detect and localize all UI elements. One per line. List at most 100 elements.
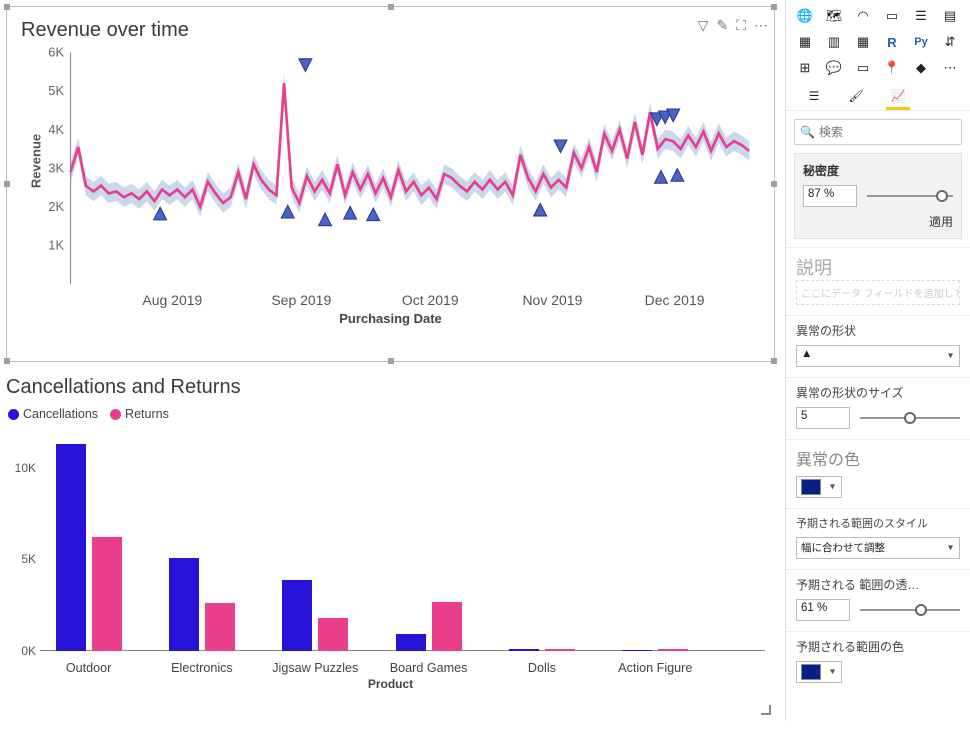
ytick: 0K — [6, 644, 36, 658]
legend-item-returns: Returns — [110, 407, 169, 421]
anomaly-shape-select[interactable]: ▲ — [796, 345, 960, 367]
resize-handle[interactable] — [4, 358, 10, 364]
line-xaxis-label: Purchasing Date — [339, 311, 442, 326]
svg-text:4K: 4K — [49, 122, 65, 137]
anomaly-size-section: 異常の形状のサイズ 5 — [786, 377, 970, 439]
viz-icon-decomp[interactable]: ⊞ — [794, 58, 816, 78]
anomaly-size-label: 異常の形状のサイズ — [796, 384, 960, 401]
resize-handle[interactable] — [388, 4, 394, 10]
explain-fieldwell[interactable]: ここにデータ フィールドを追加してください — [796, 280, 960, 305]
filter-icon[interactable]: ▽ — [698, 17, 709, 34]
viz-icon-keyinfluencers[interactable]: ⇵ — [939, 32, 961, 52]
sensitivity-section: 秘密度 87 % 適用 — [794, 153, 962, 239]
color-swatch-icon — [801, 479, 821, 495]
bar-x-label: Dolls — [528, 661, 556, 675]
anomaly-size-value[interactable]: 5 — [796, 407, 850, 429]
viz-icon-gauge[interactable]: ◠ — [852, 6, 874, 26]
legend-label: Returns — [125, 407, 169, 421]
anomaly-color-select[interactable] — [796, 476, 842, 498]
anomaly-size-slider[interactable] — [860, 411, 960, 425]
explain-section: 説明 ここにデータ フィールドを追加してください — [786, 247, 970, 315]
color-swatch-icon — [801, 664, 821, 680]
resize-handle[interactable] — [388, 358, 394, 364]
viz-icon-more[interactable]: ⋯ — [939, 58, 961, 78]
viz-icon-paginated[interactable]: 📍 — [881, 58, 903, 78]
explain-title: 説明 — [796, 254, 960, 280]
viz-icon-multirow[interactable]: ☰ — [910, 6, 932, 26]
apply-button[interactable]: 適用 — [803, 213, 953, 230]
line-chart-plot: 1K2K3K4K5K6KAug 2019Sep 2019Oct 2019Nov … — [49, 46, 760, 320]
focus-mode-icon[interactable]: ⛶ — [736, 17, 746, 34]
range-color-select[interactable] — [796, 661, 842, 683]
bar-group — [396, 602, 462, 651]
format-roller-icon: 🖌 — [848, 89, 863, 103]
viz-icon-globe[interactable]: 🗺 — [823, 6, 845, 26]
tab-format[interactable]: 🖌 — [844, 84, 868, 108]
bar-chart-title: Cancellations and Returns — [6, 374, 775, 405]
tab-analytics[interactable]: 📈 — [886, 84, 910, 108]
more-options-icon[interactable]: ⋯ — [754, 17, 768, 34]
bar-x-label: Jigsaw Puzzles — [272, 661, 358, 675]
viz-icon-arcgis[interactable]: 🌐 — [794, 6, 816, 26]
sensitivity-slider[interactable] — [867, 189, 953, 203]
svg-text:Aug 2019: Aug 2019 — [142, 292, 202, 308]
viz-icon-r[interactable]: R — [881, 32, 903, 52]
bar-x-label: Action Figure — [618, 661, 692, 675]
bar-cancellations — [396, 634, 426, 651]
bar-chart-visual[interactable]: Cancellations and Returns Cancellations … — [6, 374, 775, 715]
viz-icon-table[interactable]: ▥ — [823, 32, 845, 52]
search-box: 🔍 — [794, 119, 962, 145]
line-yaxis-label: Revenue — [29, 134, 44, 188]
bar-returns — [432, 602, 462, 651]
resize-handle[interactable] — [771, 4, 777, 10]
viz-icon-powerapps[interactable]: ◆ — [910, 58, 932, 78]
viz-icon-kpi[interactable]: ▤ — [939, 6, 961, 26]
viz-icon-qna[interactable]: 💬 — [823, 58, 845, 78]
svg-text:Sep 2019: Sep 2019 — [271, 292, 331, 308]
bar-chart-plot: 0K5K10K — [42, 431, 765, 651]
svg-text:6K: 6K — [49, 46, 65, 60]
resize-handle[interactable] — [771, 358, 777, 364]
range-style-section: 予期される範囲のスタイル 幅に合わせて調整 — [786, 508, 970, 569]
bar-x-label: Electronics — [171, 661, 233, 675]
range-opacity-section: 予期される 範囲の透… 61 % — [786, 569, 970, 631]
legend-dot-icon — [110, 409, 121, 420]
svg-text:1K: 1K — [49, 238, 65, 253]
range-opacity-slider[interactable] — [860, 603, 960, 617]
analytics-brush-icon[interactable]: ✎ — [716, 17, 728, 34]
tab-fields[interactable]: ☰ — [802, 84, 826, 108]
viz-icon-slicer[interactable]: ▦ — [794, 32, 816, 52]
anomaly-color-label: 異常の色 — [796, 446, 960, 470]
fields-icon: ☰ — [809, 89, 820, 103]
line-chart-title: Revenue over time — [7, 7, 774, 46]
line-chart-visual[interactable]: Revenue over time ▽ ✎ ⛶ ⋯ Revenue 1K2K3K… — [6, 6, 775, 362]
resize-handle[interactable] — [761, 705, 771, 715]
formatting-sidebar: 🌐 🗺 ◠ ▭ ☰ ▤ ▦ ▥ ▦ R Py ⇵ ⊞ 💬 ▭ 📍 ◆ ⋯ ☰ 🖌 — [785, 0, 970, 721]
viz-icon-card[interactable]: ▭ — [881, 6, 903, 26]
ytick: 10K — [6, 461, 36, 475]
resize-handle[interactable] — [4, 4, 10, 10]
sensitivity-value[interactable]: 87 % — [803, 185, 857, 207]
svg-text:5K: 5K — [49, 83, 65, 98]
range-opacity-value[interactable]: 61 % — [796, 599, 850, 621]
range-color-label: 予期される範囲の色 — [796, 638, 960, 655]
viz-icon-matrix[interactable]: ▦ — [852, 32, 874, 52]
bar-x-labels: OutdoorElectronicsJigsaw PuzzlesBoard Ga… — [42, 651, 775, 675]
bar-cancellations — [56, 444, 86, 651]
search-input[interactable] — [794, 119, 962, 145]
sensitivity-title: 秘密度 — [803, 162, 953, 179]
bar-xaxis-label: Product — [6, 677, 775, 691]
range-color-section: 予期される範囲の色 — [786, 631, 970, 693]
viz-icon-py[interactable]: Py — [910, 32, 932, 52]
bar-group — [56, 444, 122, 651]
legend-item-cancellations: Cancellations — [8, 407, 98, 421]
svg-text:Oct 2019: Oct 2019 — [402, 292, 459, 308]
viz-icon-narrative[interactable]: ▭ — [852, 58, 874, 78]
bar-legend: Cancellations Returns — [6, 405, 775, 431]
bar-cancellations — [282, 580, 312, 652]
bar-returns — [318, 618, 348, 651]
legend-dot-icon — [8, 409, 19, 420]
range-style-select[interactable]: 幅に合わせて調整 — [796, 537, 960, 559]
anomaly-shape-section: 異常の形状 ▲ — [786, 315, 970, 377]
anomaly-color-section: 異常の色 — [786, 439, 970, 508]
